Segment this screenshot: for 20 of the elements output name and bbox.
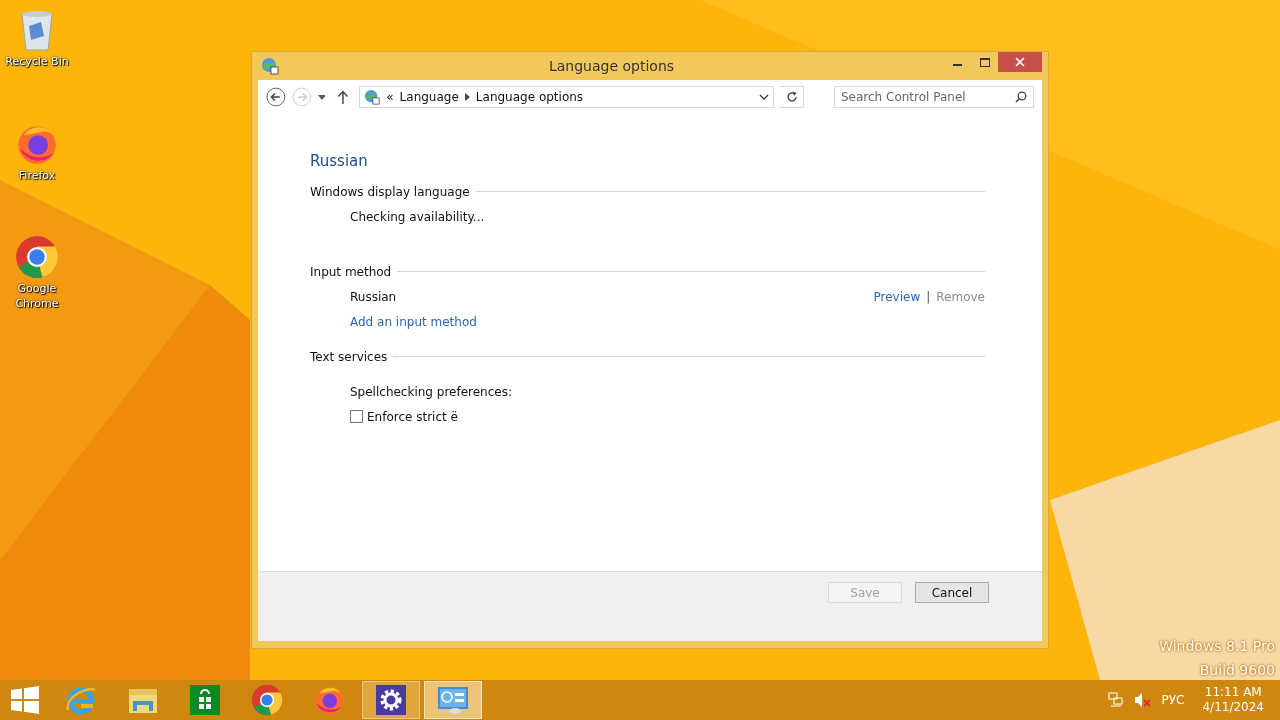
checkbox-label: Enforce strict ё	[367, 409, 458, 424]
input-method-name: Russian	[350, 289, 397, 304]
section-title: Input method	[310, 264, 392, 279]
preferences-label: Spellchecking preferences:	[350, 384, 512, 399]
window-title: Language options	[547, 58, 676, 74]
search-field[interactable]: Search Control Panel	[834, 86, 1034, 108]
status-text: Checking availability...	[350, 209, 485, 224]
section-title: Text services	[310, 349, 388, 364]
breadcrumb[interactable]: Language	[399, 90, 459, 104]
separator-text: |	[926, 289, 931, 304]
dialog-button[interactable]: Cancel	[915, 582, 989, 603]
overflow-mark[interactable]: «	[386, 90, 394, 104]
section-title: Windows display language	[310, 184, 470, 199]
watermark-text: Build 9600	[1198, 661, 1275, 680]
breadcrumb[interactable]: Language options	[475, 90, 584, 104]
watermark-text: Windows 8.1 Pro	[1159, 637, 1275, 656]
add-input-method-link[interactable]: Add an input method	[350, 314, 477, 329]
action-link[interactable]: Preview	[873, 289, 921, 304]
page-heading: Russian	[310, 151, 369, 172]
address-bar[interactable]: « Language Language options	[359, 86, 775, 108]
